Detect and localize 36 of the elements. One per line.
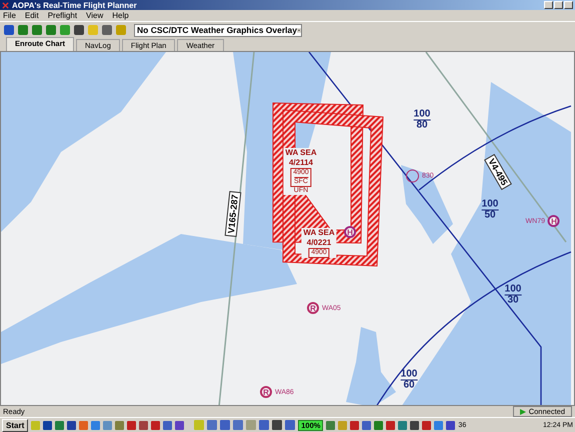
altitude-bottom: 30 (507, 296, 519, 306)
window-icon[interactable] (285, 420, 296, 430)
tfr-number: 4/2114 (288, 158, 313, 168)
menu-item[interactable]: View (86, 11, 104, 20)
airport-circle-icon (406, 170, 419, 182)
tfr-name: WA SEA (285, 148, 317, 158)
menu-item[interactable]: Edit (24, 11, 39, 20)
maximize-button[interactable] (554, 1, 563, 9)
window-icon[interactable] (220, 420, 230, 430)
altitude-bottom: 50 (484, 210, 496, 220)
connected-icon (520, 408, 526, 414)
altitude-top: 100 (414, 110, 430, 120)
heliport-icon: H (344, 226, 356, 238)
close-button[interactable] (564, 1, 573, 9)
menu-item[interactable]: Help (112, 11, 129, 20)
window-icon[interactable] (207, 420, 218, 430)
airway-label: V165-287 (224, 190, 242, 238)
app-logo-icon (2, 2, 9, 8)
window-icon[interactable] (272, 420, 282, 430)
restricted-icon: R (260, 386, 272, 398)
minimize-button[interactable] (544, 1, 553, 9)
altitude-top: 100 (504, 284, 522, 296)
altitude-bottom: 80 (416, 120, 428, 130)
window-title: AOPA's Real-Time Flight Planner (12, 0, 138, 10)
window-icon[interactable] (259, 420, 270, 430)
restricted-icon: R (307, 302, 319, 314)
altitude-top: 100 (482, 200, 498, 210)
menu-item[interactable]: File (3, 11, 16, 20)
overlay-dropdown[interactable]: No CSC/DTC Weather Graphics Overlay (134, 24, 302, 36)
start-button[interactable]: Start (2, 418, 28, 432)
tfr-name: WA SEA (303, 228, 335, 238)
window-icon[interactable] (233, 420, 244, 430)
tfr-number: 4/0221 (306, 238, 332, 248)
altitude-top: 100 (400, 370, 418, 380)
altitude-bottom: 60 (403, 380, 415, 390)
menu-item[interactable]: Preflight (48, 11, 78, 20)
